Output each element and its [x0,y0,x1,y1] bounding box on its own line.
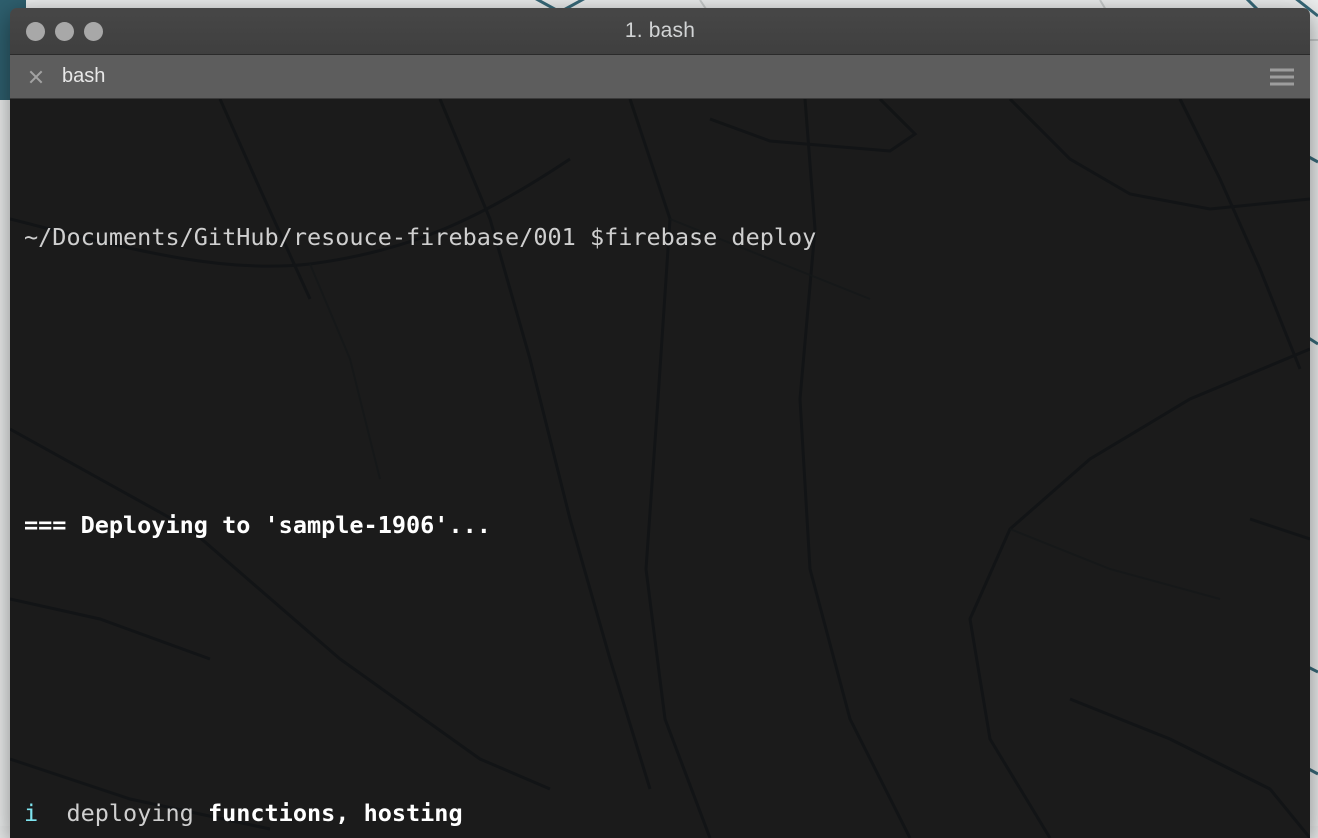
window-title: 1. bash [624,19,696,42]
hamburger-line [1270,75,1294,78]
close-icon[interactable] [28,69,44,85]
prompt-line: ~/Documents/GitHub/resouce-firebase/001 … [24,219,1296,255]
console-output[interactable]: ~/Documents/GitHub/resouce-firebase/001 … [10,99,1310,838]
deploying-verb: deploying [66,799,208,827]
tab-label: bash [62,65,106,87]
terminal-body[interactable]: ~/Documents/GitHub/resouce-firebase/001 … [10,99,1310,838]
info-marker-icon: i [24,799,39,827]
tab-bash[interactable]: bash [10,55,125,98]
window-titlebar[interactable]: 1. bash [10,8,1310,55]
terminal-window[interactable]: 1. bash bash ~/Documents/GitHub/resouce-… [10,8,1310,838]
tab-bar[interactable]: bash [10,55,1310,99]
hamburger-line [1270,68,1294,71]
traffic-light-buttons[interactable] [26,21,103,41]
deploying-targets: functions, hosting [207,799,463,827]
deploy-header: === Deploying to 'sample-1906'... [24,511,491,539]
minimize-window-button[interactable] [55,21,74,41]
prompt-path: ~/Documents/GitHub/resouce-firebase/001 [24,223,590,251]
close-window-button[interactable] [26,21,45,41]
maximize-window-button[interactable] [84,21,103,41]
hamburger-line [1270,82,1294,85]
prompt-command: $firebase deploy [589,223,817,251]
deploy-header-line: === Deploying to 'sample-1906'... [24,507,1296,543]
hamburger-icon[interactable] [1270,68,1294,85]
